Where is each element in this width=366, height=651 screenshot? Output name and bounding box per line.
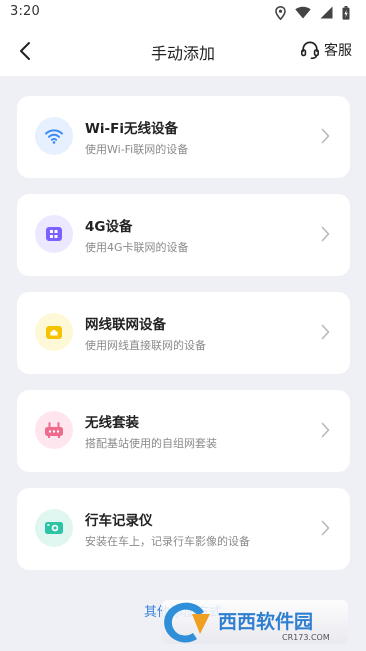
sim-card-icon: [35, 215, 73, 253]
customer-service-button[interactable]: 客服: [300, 38, 352, 62]
status-time: 3:20: [10, 4, 40, 19]
status-icons: [275, 4, 350, 21]
card-title: Wi-Fi无线设备: [85, 121, 178, 137]
navigation-bar: 手动添加 客服: [0, 26, 366, 76]
wifi-icon: [35, 117, 73, 155]
device-type-card-wireless-kit[interactable]: 无线套装 搭配基站使用的自组网套装: [17, 390, 350, 472]
headset-icon: [300, 41, 320, 60]
cellular-signal-icon: [320, 6, 333, 19]
wifi-icon: [295, 6, 311, 19]
card-subtitle: 搭配基站使用的自组网套装: [85, 437, 217, 450]
back-button[interactable]: [10, 36, 40, 66]
back-arrow-icon: [20, 42, 30, 60]
chevron-right-icon: [321, 128, 330, 144]
card-title: 网线联网设备: [85, 317, 166, 333]
customer-service-label: 客服: [324, 43, 352, 59]
card-subtitle: 使用Wi-Fi联网的设备: [85, 143, 189, 156]
device-type-card-wifi[interactable]: Wi-Fi无线设备 使用Wi-Fi联网的设备: [17, 96, 350, 178]
card-subtitle: 使用4G卡联网的设备: [85, 241, 189, 254]
battery-icon: [342, 5, 350, 20]
card-title: 无线套装: [85, 415, 139, 431]
watermark-domain: CR173.COM: [282, 633, 330, 642]
watermark-logo: 西西软件园 CR173.COM: [162, 600, 348, 644]
top-area: 3:20 手动添加 客服: [0, 0, 366, 76]
card-title: 行车记录仪: [85, 513, 153, 529]
ethernet-icon: [35, 313, 73, 351]
dashcam-icon: [35, 509, 73, 547]
watermark-text: 西西软件园: [218, 610, 313, 633]
card-subtitle: 安装在车上，记录行车影像的设备: [85, 535, 250, 548]
chevron-right-icon: [321, 324, 330, 340]
location-icon: [275, 5, 286, 20]
router-icon: [35, 411, 73, 449]
device-type-card-ethernet[interactable]: 网线联网设备 使用网线直接联网的设备: [17, 292, 350, 374]
status-bar: 3:20: [0, 0, 366, 26]
chevron-right-icon: [321, 520, 330, 536]
card-title: 4G设备: [85, 219, 133, 235]
chevron-right-icon: [321, 422, 330, 438]
device-type-card-4g[interactable]: 4G设备 使用4G卡联网的设备: [17, 194, 350, 276]
card-subtitle: 使用网线直接联网的设备: [85, 339, 206, 352]
device-type-card-dashcam[interactable]: 行车记录仪 安装在车上，记录行车影像的设备: [17, 488, 350, 570]
chevron-right-icon: [321, 226, 330, 242]
